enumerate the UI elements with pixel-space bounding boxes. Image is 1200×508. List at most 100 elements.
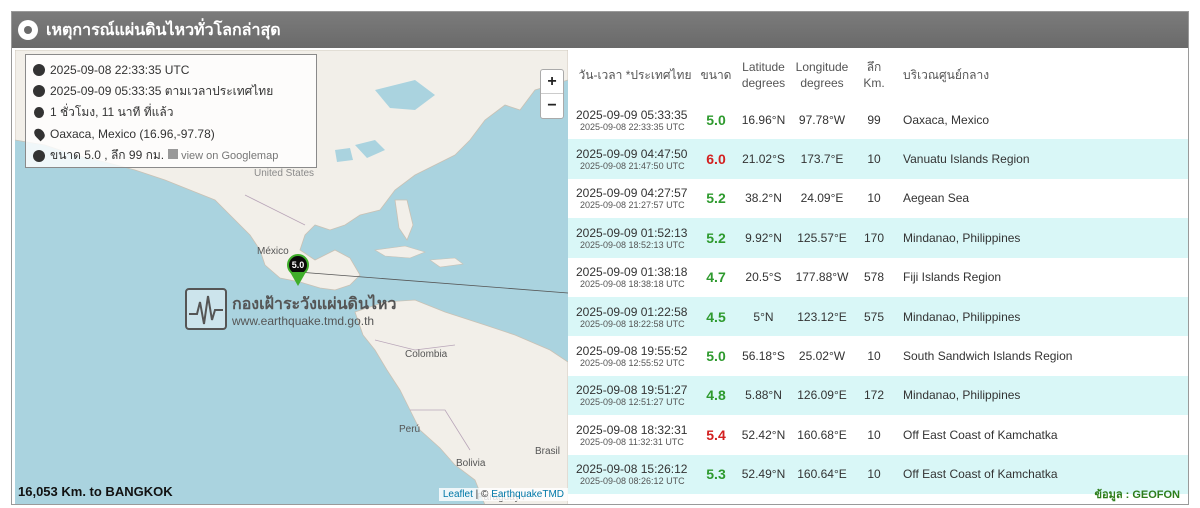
map-attribution: Leaflet | © EarthquakeTMD bbox=[438, 488, 568, 501]
cell-magnitude: 5.0 bbox=[706, 111, 726, 128]
cell-depth: 10 bbox=[867, 152, 881, 167]
marker-pointer bbox=[290, 272, 306, 286]
cell-utc-time: 2025-09-08 21:47:50 UTC bbox=[580, 161, 685, 172]
info-thai-time: 2025-09-09 05:33:35 ตามเวลาประเทศไทย bbox=[50, 83, 274, 98]
cell-longitude: 160.64°E bbox=[797, 467, 847, 482]
map-label-brasil: Brasil bbox=[535, 446, 561, 457]
map-label-peru: Perú bbox=[399, 424, 421, 435]
cell-local-time: 2025-09-09 01:38:18 bbox=[576, 265, 688, 280]
seismograph-icon bbox=[185, 288, 227, 330]
cell-datetime: 2025-09-09 04:27:57 2025-09-08 21:27:57 U… bbox=[568, 186, 696, 210]
cell-region: Oaxaca, Mexico bbox=[903, 112, 990, 127]
info-ago: 1 ชั่วโมง, 11 นาที ที่แล้ว bbox=[50, 105, 174, 120]
earthquake-marker[interactable]: 5.0 bbox=[287, 254, 309, 286]
googlemap-link[interactable]: view on Googlemap bbox=[168, 149, 278, 162]
cell-latitude: 38.2°N bbox=[745, 191, 782, 206]
map-pin-icon bbox=[31, 126, 47, 142]
header-latitude-1: Latitude bbox=[742, 60, 785, 74]
table-row[interactable]: 2025-09-09 04:47:50 2025-09-08 21:47:50 U… bbox=[568, 139, 1188, 179]
table-row[interactable]: 2025-09-09 01:22:58 2025-09-08 18:22:58 U… bbox=[568, 296, 1188, 337]
cell-latitude: 56.18°S bbox=[742, 349, 785, 364]
googlemap-link-label: view on Googlemap bbox=[181, 150, 279, 163]
cell-datetime: 2025-09-09 01:22:58 2025-09-08 18:22:58 U… bbox=[568, 305, 696, 329]
clock-icon bbox=[32, 63, 46, 77]
cell-region: Mindanao, Philippines bbox=[903, 230, 1021, 245]
table-header: วัน-เวลา *ประเทศไทย ขนาด Latitude degrees… bbox=[568, 50, 1188, 100]
table-row[interactable]: 2025-09-09 05:33:35 2025-09-08 22:33:35 U… bbox=[568, 100, 1188, 139]
leaflet-link[interactable]: Leaflet bbox=[443, 489, 473, 500]
cell-datetime: 2025-09-08 19:51:27 2025-09-08 12:51:27 U… bbox=[568, 383, 696, 407]
cell-depth: 10 bbox=[867, 427, 881, 442]
header-depth: ลึก Km. bbox=[853, 59, 895, 91]
widget-title: เหตุการณ์แผ่นดินไหวทั่วโลกล่าสุด bbox=[46, 19, 281, 39]
info-thai-row: 2025-09-09 05:33:35 ตามเวลาประเทศไทย bbox=[32, 81, 310, 103]
info-location: Oaxaca, Mexico (16.96,-97.78) bbox=[50, 127, 215, 142]
watermark-url: www.earthquake.tmd.go.th bbox=[232, 314, 375, 328]
header-longitude-2: degrees bbox=[800, 76, 844, 90]
zoom-out-button[interactable]: − bbox=[541, 94, 563, 118]
table-body: 2025-09-09 05:33:35 2025-09-08 22:33:35 U… bbox=[568, 100, 1188, 494]
cell-region: Mindanao, Philippines bbox=[903, 388, 1021, 403]
cell-longitude: 125.57°E bbox=[797, 230, 847, 245]
map-label-colombia: Colombia bbox=[405, 349, 448, 360]
cell-latitude: 21.02°S bbox=[742, 152, 785, 167]
cell-magnitude: 5.4 bbox=[706, 426, 726, 443]
cell-longitude: 177.88°W bbox=[795, 270, 849, 285]
header-latitude-2: degrees bbox=[741, 76, 786, 90]
cell-local-time: 2025-09-09 05:33:35 bbox=[576, 107, 688, 122]
cell-magnitude: 6.0 bbox=[706, 151, 726, 168]
cell-region: Fiji Islands Region bbox=[903, 270, 1002, 285]
cell-magnitude: 5.2 bbox=[706, 190, 726, 207]
attribution-separator: | © bbox=[472, 489, 492, 500]
table-row[interactable]: 2025-09-08 18:32:31 2025-09-08 11:32:31 U… bbox=[568, 415, 1188, 454]
header-datetime: วัน-เวลา *ประเทศไทย bbox=[578, 68, 692, 82]
info-utc: 2025-09-08 22:33:35 UTC bbox=[50, 62, 190, 77]
table-row[interactable]: 2025-09-09 04:27:57 2025-09-08 21:27:57 U… bbox=[568, 179, 1188, 218]
zoom-in-button[interactable]: + bbox=[541, 70, 563, 94]
cell-datetime: 2025-09-08 19:55:52 2025-09-08 12:55:52 U… bbox=[568, 344, 696, 368]
cell-utc-time: 2025-09-08 22:33:35 UTC bbox=[580, 121, 685, 132]
map-panel[interactable]: México United States Colombia Perú Boliv… bbox=[15, 50, 568, 504]
cell-longitude: 97.78°W bbox=[798, 112, 846, 127]
cell-utc-time: 2025-09-08 11:32:31 UTC bbox=[580, 436, 684, 447]
cell-local-time: 2025-09-08 18:32:31 bbox=[576, 422, 688, 437]
cell-local-time: 2025-09-08 19:51:27 bbox=[576, 383, 688, 398]
tmd-watermark: กองเฝ้าระวังแผ่นดินไหว www.earthquake.tm… bbox=[185, 288, 396, 338]
header-region: บริเวณศูนย์กลาง bbox=[903, 68, 990, 82]
cell-magnitude: 4.7 bbox=[706, 269, 726, 286]
cell-depth: 10 bbox=[867, 467, 881, 482]
table-row[interactable]: 2025-09-08 19:55:52 2025-09-08 12:55:52 U… bbox=[568, 336, 1188, 375]
earthquake-table: วัน-เวลา *ประเทศไทย ขนาด Latitude degrees… bbox=[568, 50, 1188, 494]
cell-utc-time: 2025-09-08 12:55:52 UTC bbox=[580, 358, 685, 369]
cell-utc-time: 2025-09-08 12:51:27 UTC bbox=[580, 397, 685, 408]
table-row[interactable]: 2025-09-09 01:38:18 2025-09-08 18:38:18 U… bbox=[568, 258, 1188, 297]
cell-region: Vanuatu Islands Region bbox=[903, 152, 1030, 167]
earthquake-widget: เหตุการณ์แผ่นดินไหวทั่วโลกล่าสุด México … bbox=[11, 11, 1189, 505]
cell-region: Mindanao, Philippines bbox=[903, 309, 1021, 324]
cell-datetime: 2025-09-08 15:26:12 2025-09-08 08:26:12 U… bbox=[568, 462, 696, 486]
info-icon bbox=[32, 149, 46, 163]
info-utc-row: 2025-09-08 22:33:35 UTC bbox=[32, 59, 310, 81]
earthquaketmd-link[interactable]: EarthquakeTMD bbox=[491, 489, 564, 500]
table-row[interactable]: 2025-09-09 01:52:13 2025-09-08 18:52:13 U… bbox=[568, 218, 1188, 258]
cell-depth: 575 bbox=[863, 309, 885, 324]
cell-latitude: 5°N bbox=[753, 309, 774, 324]
data-source: ข้อมูล : GEOFON bbox=[1094, 489, 1180, 501]
table-row[interactable]: 2025-09-08 19:51:27 2025-09-08 12:51:27 U… bbox=[568, 375, 1188, 416]
cell-region: Aegean Sea bbox=[903, 191, 970, 206]
cell-local-time: 2025-09-08 19:55:52 bbox=[576, 344, 688, 359]
header-depth-1: ลึก bbox=[866, 60, 882, 74]
widget-titlebar: เหตุการณ์แผ่นดินไหวทั่วโลกล่าสุด bbox=[12, 12, 1188, 48]
cell-latitude: 9.92°N bbox=[745, 230, 782, 245]
header-longitude: Longitude degrees bbox=[791, 59, 853, 91]
clock-icon bbox=[32, 84, 46, 98]
cell-depth: 10 bbox=[867, 191, 881, 206]
cell-depth: 578 bbox=[863, 270, 885, 285]
cell-datetime: 2025-09-09 04:47:50 2025-09-08 21:47:50 U… bbox=[568, 147, 696, 171]
map-icon bbox=[168, 149, 179, 160]
header-magnitude: ขนาด bbox=[700, 68, 732, 82]
info-location-row: Oaxaca, Mexico (16.96,-97.78) bbox=[31, 124, 310, 146]
cell-longitude: 126.09°E bbox=[797, 388, 847, 403]
cell-longitude: 24.09°E bbox=[800, 191, 844, 206]
zoom-control: + − bbox=[540, 69, 564, 119]
